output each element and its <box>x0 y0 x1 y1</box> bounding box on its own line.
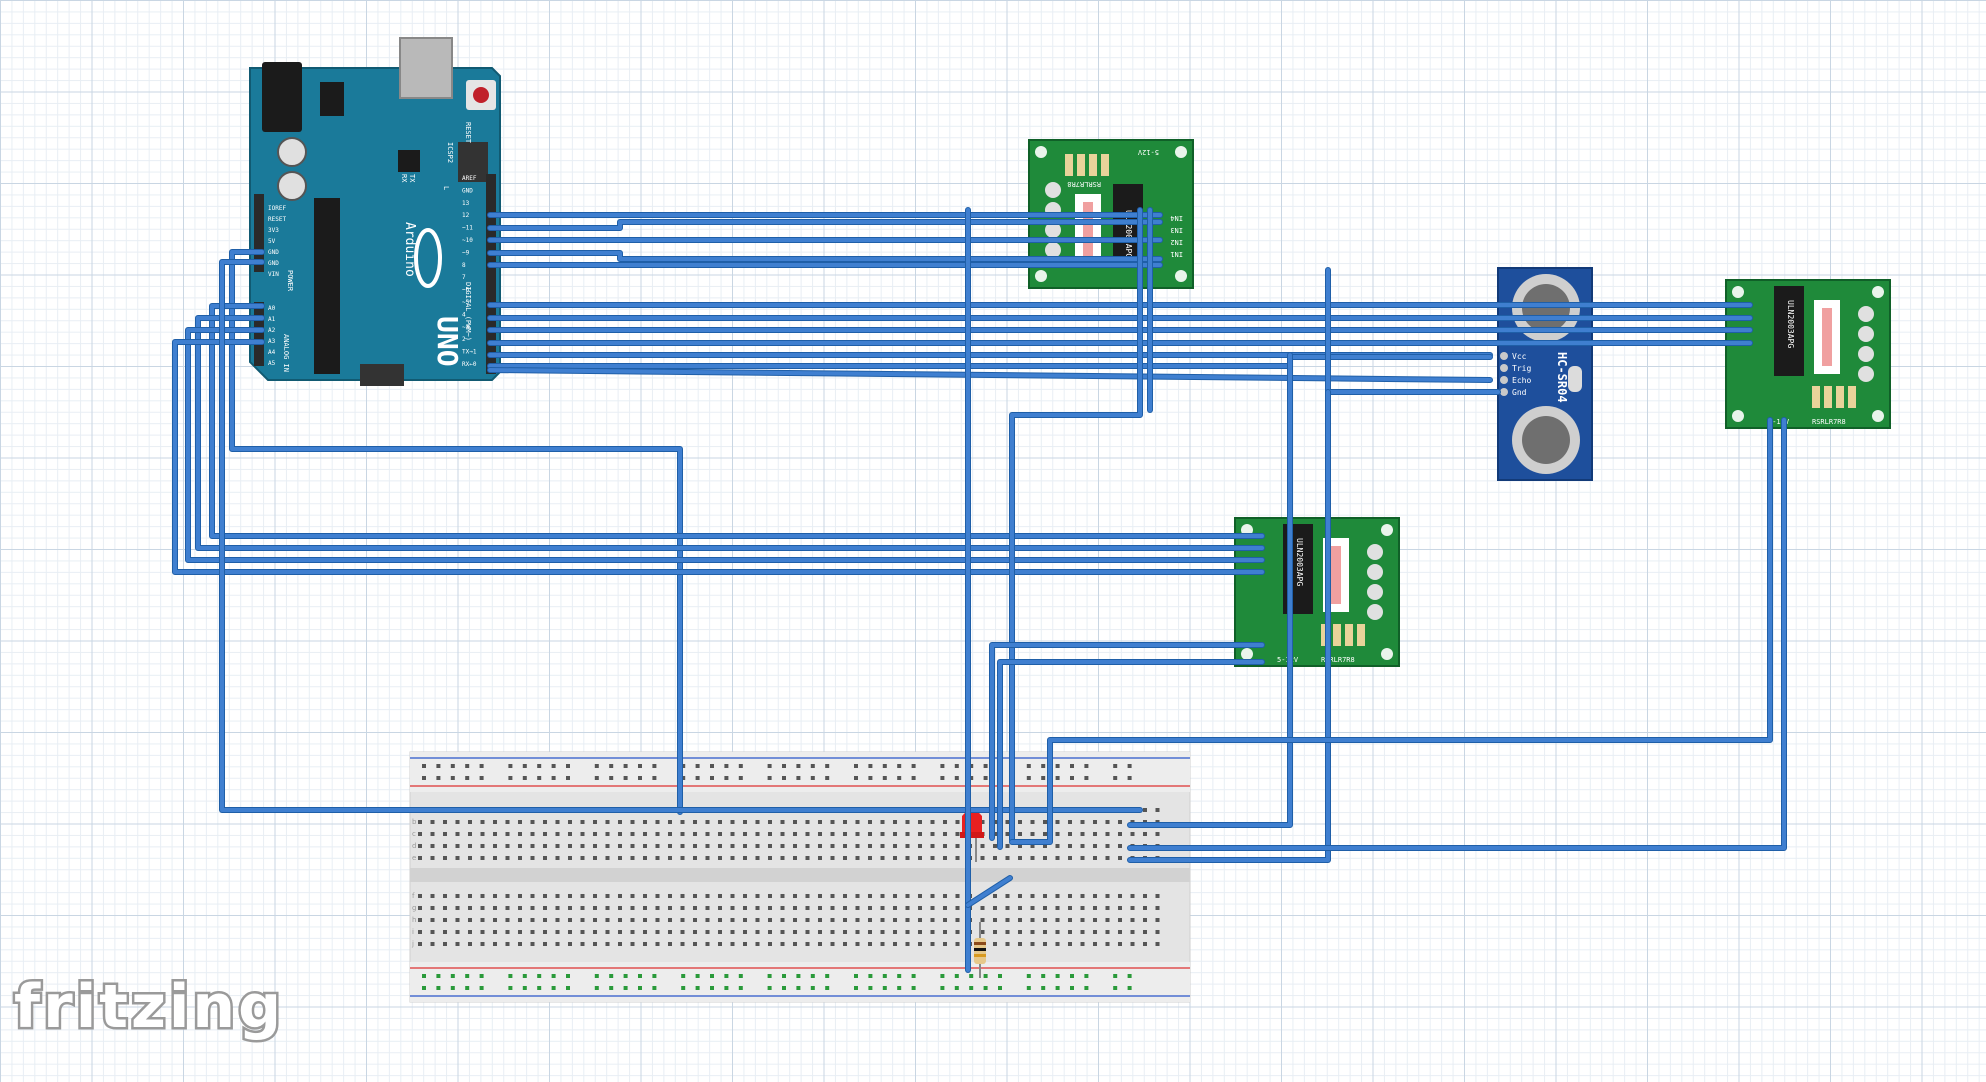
wire[interactable] <box>1128 418 1786 850</box>
chip-label: ULN2003APG <box>1295 538 1304 586</box>
row-letter: b <box>412 818 417 826</box>
row-letter: c <box>412 830 416 838</box>
pin-label: A5 <box>268 360 276 367</box>
pin-label: 3V3 <box>268 227 279 234</box>
pin-label: A0 <box>268 305 276 312</box>
reset-label: RESET <box>464 122 472 144</box>
rx-label: RX <box>400 174 408 183</box>
pin-label: VIN <box>268 271 279 278</box>
pin-label: 8 <box>462 262 466 269</box>
fritzing-logo: fritzing <box>11 970 285 1045</box>
wire[interactable] <box>488 355 1492 368</box>
pin-label: ~3 <box>462 324 470 331</box>
pin-label: AREF <box>462 175 477 182</box>
pin-label: 2 <box>462 336 466 343</box>
chip-label: ULN2003APG <box>1786 300 1795 348</box>
usb-port <box>399 37 453 99</box>
analog-header-label: ANALOG IN <box>282 334 290 372</box>
brand-label: Arduino <box>402 222 417 277</box>
capacitor <box>277 137 307 167</box>
pin-label: A2 <box>268 327 276 334</box>
resistor-label: RSRLR7R8 <box>1812 418 1846 426</box>
arduino-uno[interactable]: UNO Arduino RESET ICSP2 TX RX L POWER AN… <box>249 37 501 386</box>
l-led-label: L <box>442 186 450 190</box>
pin-label: GND <box>268 249 279 256</box>
svg-text:Echo: Echo <box>1512 376 1531 385</box>
svg-text:Gnd: Gnd <box>1512 388 1527 397</box>
svg-text:IN4: IN4 <box>1170 214 1183 222</box>
ultrasonic-sensor[interactable]: HC-SR04 Vcc Trig Echo Gnd <box>1497 267 1593 481</box>
capacitor <box>277 171 307 201</box>
pin-label: RESET <box>268 216 286 223</box>
svg-text:IN2: IN2 <box>1170 238 1183 246</box>
pin-label: ~10 <box>462 237 473 244</box>
row-letter: d <box>412 842 416 850</box>
power-jack <box>262 62 302 132</box>
pin-label: 13 <box>462 200 470 207</box>
svg-text:IN3: IN3 <box>1170 226 1183 234</box>
atmega-chip <box>314 198 340 374</box>
pin-label: ~6 <box>462 287 470 294</box>
svg-text:IN1: IN1 <box>1170 250 1183 258</box>
pin-label: 12 <box>462 212 470 219</box>
wire-outline <box>1127 417 1787 851</box>
pin-label: A3 <box>268 338 276 345</box>
analog-header <box>254 302 264 366</box>
pin-label: A4 <box>268 349 276 356</box>
schematic-canvas: abcdefghij UNO Arduino RESET ICSP2 TX RX… <box>172 37 1891 1003</box>
pin-label: IOREF <box>268 205 286 212</box>
row-letter: g <box>412 904 416 912</box>
pin-label: A1 <box>268 316 276 323</box>
breadboard[interactable]: abcdefghij <box>409 751 1191 1003</box>
icsp-label: ICSP2 <box>446 142 454 163</box>
pin-label: RX←0 <box>462 361 477 368</box>
row-letter: h <box>412 916 416 924</box>
row-letter: e <box>412 854 416 862</box>
power-label: 5-12V <box>1137 148 1159 156</box>
pin-label: GND <box>268 260 279 267</box>
board-name: UNO <box>431 316 464 367</box>
pin-label: ~11 <box>462 225 473 232</box>
pin-label: ~5 <box>462 299 470 306</box>
svg-text:Trig: Trig <box>1512 364 1531 373</box>
resistor-label: RSRLR7R8 <box>1067 180 1101 188</box>
power-header-label: POWER <box>286 270 294 292</box>
pin-label: GND <box>462 187 473 194</box>
sensor-model: HC-SR04 <box>1555 352 1569 403</box>
pin-label: 7 <box>462 274 466 281</box>
tx-label: TX <box>408 174 416 183</box>
pin-label: 5V <box>268 238 276 245</box>
pin-label: TX→1 <box>462 349 477 356</box>
row-letter: i <box>412 928 414 936</box>
wire[interactable] <box>488 368 1492 382</box>
pin-label: ~9 <box>462 249 470 256</box>
pin-label: 4 <box>462 311 466 318</box>
row-letter: j <box>411 940 414 948</box>
svg-text:Vcc: Vcc <box>1512 352 1527 361</box>
